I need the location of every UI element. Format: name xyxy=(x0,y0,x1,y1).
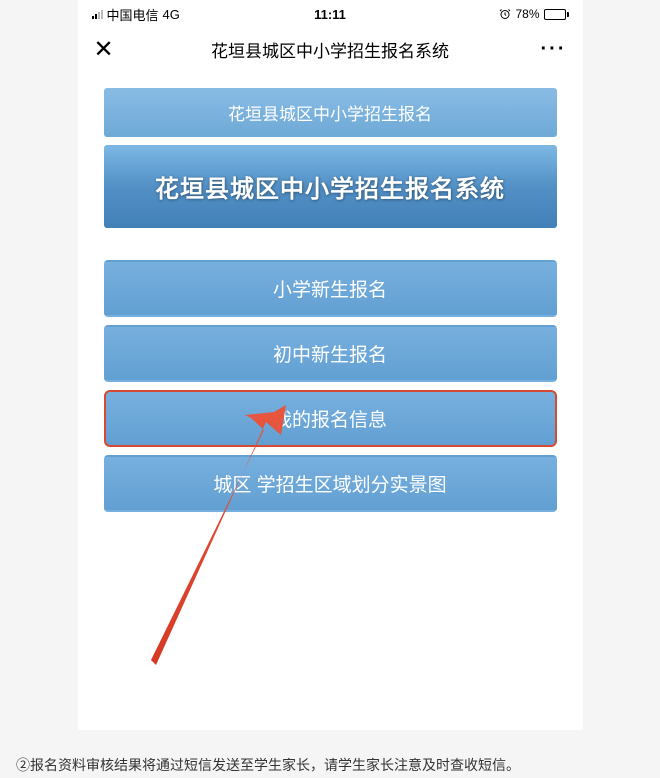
status-left: 中国电信 4G xyxy=(92,5,180,24)
phone-frame: 中国电信 4G 11:11 78% ✕ 花垣县城区中小学招生报名系统 ··· 花… xyxy=(78,0,583,730)
content-area: 花垣县城区中小学招生报名 花垣县城区中小学招生报名系统 小学新生报名 初中新生报… xyxy=(78,70,583,512)
menu-buttons: 小学新生报名 初中新生报名 我的报名信息 城区 学招生区域划分实景图 xyxy=(104,260,557,512)
carrier-label: 中国电信 xyxy=(107,5,159,24)
header-subtitle: 花垣县城区中小学招生报名 xyxy=(104,88,557,137)
alarm-icon xyxy=(499,8,511,20)
battery-icon xyxy=(544,9,569,20)
hero-title: 花垣县城区中小学招生报名系统 xyxy=(104,145,557,228)
page-title: 花垣县城区中小学招生报名系统 xyxy=(211,37,449,62)
menu-junior-enroll[interactable]: 初中新生报名 xyxy=(104,325,557,382)
status-right: 78% xyxy=(499,7,568,21)
battery-percent: 78% xyxy=(515,7,539,21)
instruction-text: ②报名资料审核结果将通过短信发送至学生家长，请学生家长注意及时查收短信。 xyxy=(16,754,644,776)
clock-label: 11:11 xyxy=(314,7,346,22)
menu-primary-enroll[interactable]: 小学新生报名 xyxy=(104,260,557,317)
menu-my-info[interactable]: 我的报名信息 xyxy=(104,390,557,447)
nav-bar: ✕ 花垣县城区中小学招生报名系统 ··· xyxy=(78,28,583,70)
signal-icon xyxy=(92,10,103,19)
close-button[interactable]: ✕ xyxy=(94,35,114,64)
status-bar: 中国电信 4G 11:11 78% xyxy=(78,0,583,28)
menu-zone-map[interactable]: 城区 学招生区域划分实景图 xyxy=(104,455,557,512)
network-label: 4G xyxy=(163,7,180,22)
more-button[interactable]: ··· xyxy=(541,38,567,61)
